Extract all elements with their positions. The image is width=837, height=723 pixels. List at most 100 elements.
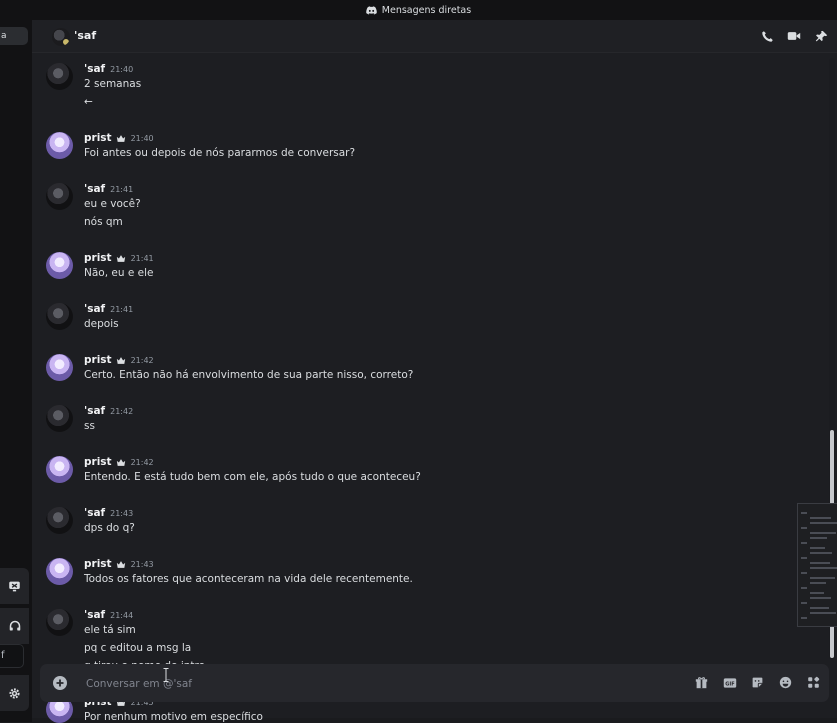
thumbnail-line	[810, 552, 832, 554]
thumbnail-line	[810, 562, 830, 564]
message-author[interactable]: prist	[84, 132, 112, 144]
message-avatar[interactable]	[46, 354, 73, 381]
thumbnail-line	[801, 512, 807, 514]
message-meta: prist 21:40	[84, 132, 154, 144]
header-username[interactable]: 'saf	[74, 29, 96, 42]
message-text: nós qm	[84, 216, 123, 228]
apps-button[interactable]	[806, 675, 821, 690]
message-text: Foi antes ou depois de nós pararmos de c…	[84, 147, 356, 159]
window-title: Mensagens diretas	[381, 4, 472, 16]
settings-button[interactable]	[0, 675, 29, 711]
gift-icon	[695, 677, 708, 689]
gear-icon	[9, 687, 20, 699]
message-avatar[interactable]	[46, 303, 73, 330]
message-text: pq c editou a msg la	[84, 642, 192, 654]
message-meta: 'saf 21:44	[84, 609, 133, 621]
message-avatar[interactable]	[46, 609, 73, 636]
crown-icon	[116, 134, 125, 142]
plus-circle-icon[interactable]	[52, 675, 68, 691]
message-author[interactable]: 'saf	[84, 63, 105, 75]
sidebar-chip-top[interactable]: a	[0, 27, 28, 45]
message-meta: prist 21:43	[84, 558, 154, 570]
thumbnail-line	[801, 542, 807, 544]
message-timestamp: 21:42	[110, 406, 134, 416]
message-author[interactable]: 'saf	[84, 405, 105, 417]
message-text: ele tá sim	[84, 624, 136, 636]
message-author[interactable]: prist	[84, 558, 112, 570]
message-avatar[interactable]	[46, 507, 73, 534]
message-timestamp: 21:41	[130, 253, 154, 263]
thumbnail-line	[801, 587, 807, 589]
video-icon	[787, 32, 801, 40]
message-timestamp: 21:44	[110, 610, 134, 620]
message-author[interactable]: 'saf	[84, 303, 105, 315]
thumbnail-line	[810, 597, 831, 599]
sticker-button[interactable]	[750, 675, 765, 690]
call-button[interactable]	[759, 28, 775, 44]
message-author[interactable]: prist	[84, 354, 112, 366]
message-timestamp: 21:42	[130, 355, 154, 365]
chat-header: 'saf	[32, 20, 837, 53]
message-author[interactable]: 'saf	[84, 609, 105, 621]
video-call-button[interactable]	[786, 28, 802, 44]
thumbnail-line	[810, 522, 837, 524]
message-meta: 'saf 21:41	[84, 303, 133, 315]
gif-icon: GIF	[723, 677, 736, 688]
message-meta: 'saf 21:41	[84, 183, 133, 195]
message-text: Entendo. E está tudo bem com ele, após t…	[84, 471, 421, 483]
sticker-icon	[752, 677, 763, 688]
message-composer: GIF	[40, 664, 829, 702]
message-author[interactable]: prist	[84, 456, 112, 468]
message-meta: 'saf 21:43	[84, 507, 133, 519]
svg-text:GIF: GIF	[725, 681, 735, 687]
message-text: Por nenhum motivo em específico	[84, 711, 263, 723]
discord-logo-icon	[366, 5, 377, 14]
gif-button[interactable]: GIF	[722, 675, 737, 690]
message-timestamp: 21:43	[130, 559, 154, 569]
thumbnail-line	[801, 527, 807, 529]
message-timestamp: 21:41	[110, 304, 134, 314]
deafen-button[interactable]	[0, 568, 29, 604]
message-avatar[interactable]	[46, 405, 73, 432]
thumbnail-line	[810, 547, 825, 549]
thumbnail-line	[810, 517, 831, 519]
message-avatar[interactable]	[46, 183, 73, 210]
message-text: ss	[84, 420, 95, 432]
thumbnail-line	[810, 532, 836, 534]
phone-icon	[761, 30, 773, 42]
emoji-button[interactable]	[778, 675, 793, 690]
thumbnail-line	[810, 567, 837, 569]
thumbnail-line	[810, 592, 824, 594]
crown-icon	[116, 254, 125, 262]
message-avatar[interactable]	[46, 558, 73, 585]
sidebar-chip-bottom[interactable]: f	[0, 644, 24, 668]
message-avatar[interactable]	[46, 252, 73, 279]
thumbnail-line	[810, 612, 836, 614]
thumbnail-line	[810, 537, 827, 539]
pin-icon	[815, 30, 827, 41]
deafen-icon	[9, 581, 20, 591]
thumbnail-line	[810, 577, 835, 579]
screen-preview-thumbnail[interactable]	[797, 503, 837, 627]
message-timestamp: 21:40	[130, 133, 154, 143]
thumbnail-line	[810, 607, 829, 609]
message-avatar[interactable]	[46, 132, 73, 159]
message-meta: 'saf 21:42	[84, 405, 133, 417]
message-text: dps do q?	[84, 522, 135, 534]
message-text: eu e você?	[84, 198, 141, 210]
pinned-messages-button[interactable]	[813, 28, 829, 44]
thumbnail-line	[801, 572, 807, 574]
crown-icon	[116, 560, 125, 568]
message-author[interactable]: prist	[84, 252, 112, 264]
message-author[interactable]: 'saf	[84, 507, 105, 519]
message-timestamp: 21:40	[110, 64, 134, 74]
message-avatar[interactable]	[46, 456, 73, 483]
crown-icon	[116, 458, 125, 466]
message-avatar[interactable]	[46, 63, 73, 90]
crown-icon	[116, 356, 125, 364]
thumbnail-line	[801, 617, 807, 619]
header-avatar[interactable]	[52, 28, 70, 46]
message-author[interactable]: 'saf	[84, 183, 105, 195]
gift-button[interactable]	[694, 675, 709, 690]
headset-button[interactable]	[0, 608, 29, 644]
